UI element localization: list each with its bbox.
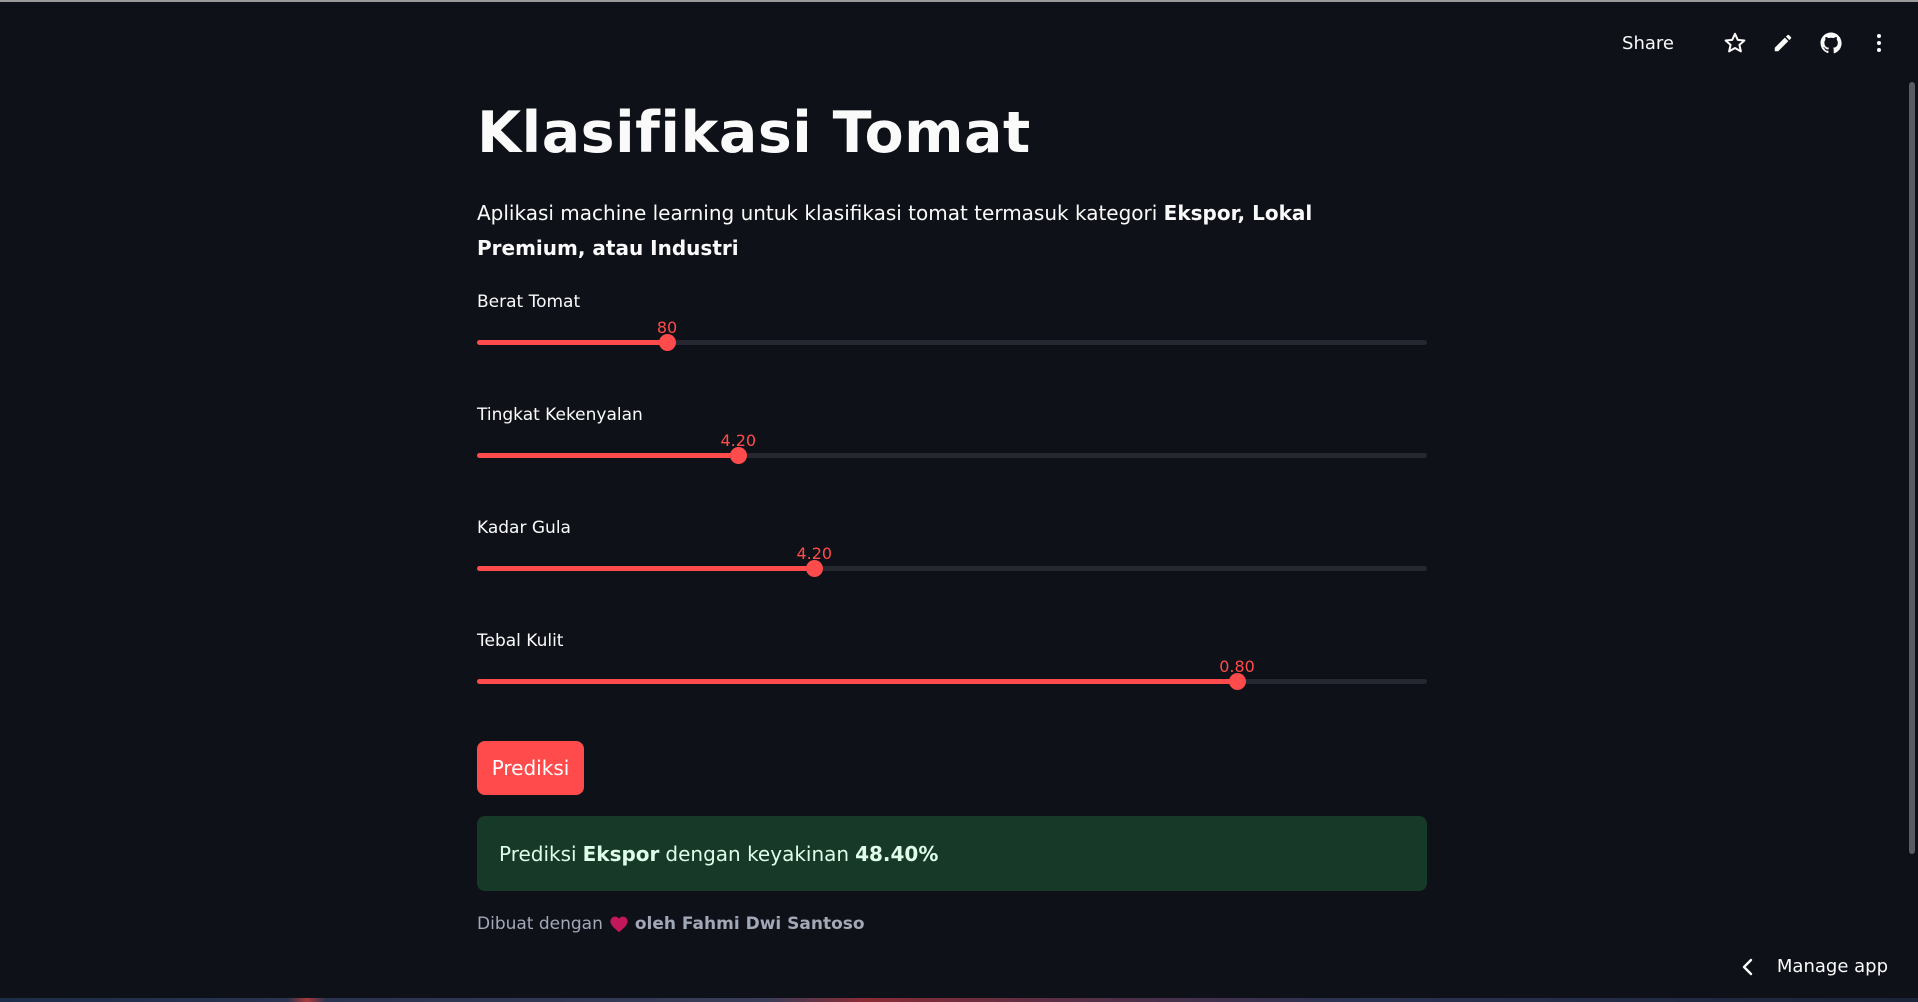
slider-track-fill [477, 340, 667, 345]
pencil-icon[interactable] [1770, 30, 1796, 56]
slider-track-fill [477, 566, 815, 571]
footer-prefix: Dibuat dengan [477, 914, 603, 934]
predict-button[interactable]: Prediksi [477, 741, 584, 795]
slider-track-fill [477, 453, 739, 458]
manage-app-button[interactable]: Manage app [1741, 956, 1888, 977]
result-confidence: 48.40% [855, 841, 939, 866]
slider-thumb[interactable] [659, 334, 676, 351]
window-top-border [0, 0, 1918, 2]
share-button[interactable]: Share [1622, 33, 1674, 54]
app-toolbar: Share [1622, 28, 1892, 58]
slider-thumb[interactable] [1229, 673, 1246, 690]
result-middle: dengan keyakinan [665, 841, 850, 866]
description-text: Aplikasi machine learning untuk klasifik… [477, 201, 1164, 225]
slider-track-fill [477, 679, 1237, 684]
slider-track[interactable] [477, 673, 1427, 690]
footer-credit: Dibuat dengan oleh Fahmi Dwi Santoso [477, 914, 865, 934]
slider-tingkat-kekenyalan: Tingkat Kekenyalan 4.20 [477, 405, 1427, 505]
star-icon[interactable] [1722, 30, 1748, 56]
slider-label: Berat Tomat [477, 292, 581, 312]
slider-kadar-gula: Kadar Gula 4.20 [477, 518, 1427, 618]
result-class: Ekspor [582, 841, 660, 866]
prediction-result: Prediksi Ekspor dengan keyakinan 48.40% [477, 816, 1427, 891]
slider-track[interactable] [477, 560, 1427, 577]
slider-berat-tomat: Berat Tomat 80 [477, 292, 1427, 392]
slider-thumb[interactable] [730, 447, 748, 464]
slider-tebal-kulit: Tebal Kulit 0.80 [477, 631, 1427, 731]
slider-track[interactable] [477, 334, 1427, 351]
slider-label: Tebal Kulit [477, 631, 564, 651]
page-scrollbar[interactable] [1909, 82, 1915, 854]
more-vertical-icon[interactable] [1866, 30, 1892, 56]
github-icon[interactable] [1818, 30, 1844, 56]
manage-app-label: Manage app [1776, 956, 1888, 977]
footer-author: oleh Fahmi Dwi Santoso [634, 914, 865, 934]
slider-track[interactable] [477, 447, 1427, 464]
slider-label: Kadar Gula [477, 518, 571, 538]
result-prefix: Prediksi [499, 841, 577, 866]
page-title: Klasifikasi Tomat [477, 100, 1031, 166]
background-taskbar-strip [0, 998, 1918, 1002]
slider-thumb[interactable] [806, 560, 824, 577]
page-description: Aplikasi machine learning untuk klasifik… [477, 196, 1427, 266]
heart-icon [609, 915, 629, 933]
slider-label: Tingkat Kekenyalan [477, 405, 643, 425]
chevron-left-icon [1741, 958, 1755, 976]
